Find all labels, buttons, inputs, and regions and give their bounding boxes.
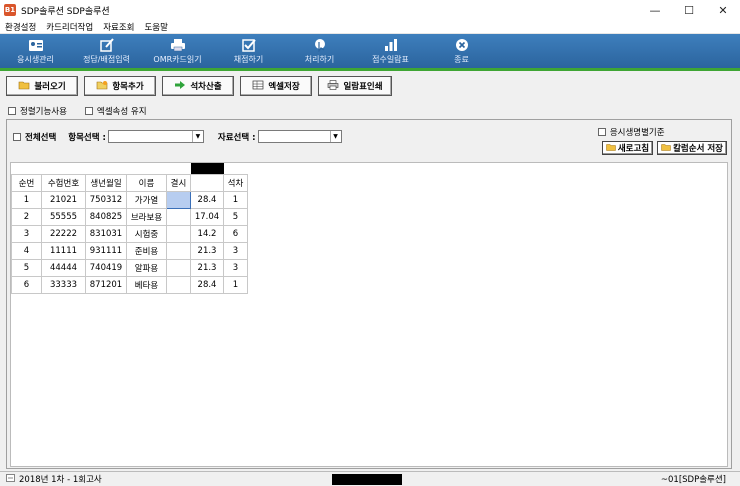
filter-row: 전체선택 항목선택 : ▼ 자료선택 : ▼	[13, 130, 342, 143]
results-panel: 전체선택 항목선택 : ▼ 자료선택 : ▼ 응시생명별기준 새로고침 칼럼순서…	[6, 119, 732, 469]
toolbar-grade[interactable]: 채점하기	[213, 34, 284, 68]
bar-chart-icon	[383, 38, 399, 53]
table-row[interactable]: 6 33333 871201 베타용 28.4 1	[11, 275, 248, 294]
menu-card-reader[interactable]: 카드리더작업	[41, 21, 98, 33]
app-icon: B1	[4, 4, 16, 16]
folder-icon	[661, 143, 671, 154]
toolbar-score-list[interactable]: 점수일람표	[355, 34, 426, 68]
excel-icon	[252, 80, 264, 93]
results-table: 순번 수험번호 생년월일 이름 결시 석차 1 21021 750312 가가열 28.…	[11, 163, 248, 294]
chevron-down-icon: ▼	[329, 131, 341, 142]
printer-icon	[170, 38, 186, 53]
select-all-checkbox[interactable]: 전체선택	[13, 131, 56, 143]
item-select-dropdown[interactable]: ▼	[107, 130, 204, 143]
folder-icon	[18, 80, 30, 93]
id-card-icon	[28, 38, 44, 53]
toolbar-process[interactable]: 처리하기	[284, 34, 355, 68]
table-row[interactable]: 1 21021 750312 가가열 28.4 1	[11, 190, 248, 209]
options-row: 정렬기능사용 엑셀속성 유지	[8, 105, 165, 117]
status-redacted-block	[332, 474, 402, 485]
folder-add-icon	[96, 80, 108, 93]
table-row[interactable]: 2 55555 840825 브라보용 17.04 5	[11, 207, 248, 226]
table-header: 순번 수험번호 생년월일 이름 결시 석차	[11, 173, 248, 192]
save-column-order-button[interactable]: 칼럼순서 저장	[657, 141, 727, 155]
close-button[interactable]: ✕	[706, 0, 740, 20]
edit-icon	[99, 38, 115, 53]
table-row[interactable]: 5 44444 740419 알파용 21.3 3	[11, 258, 248, 277]
col-header[interactable]: 생년월일	[85, 173, 127, 192]
refresh-button[interactable]: 새로고침	[601, 141, 654, 155]
main-toolbar: 응시생관리 정답/배점입력 OMR카드읽기 채점하기 처리하기 점수일람표 종료	[0, 34, 740, 68]
toolbar-accent-strip	[0, 68, 740, 71]
folder-icon	[606, 143, 616, 154]
data-grid: 순번 수험번호 생년월일 이름 결시 석차 1 21021 750312 가가열 28.…	[10, 162, 728, 467]
col-header[interactable]: 수험번호	[41, 173, 86, 192]
toolbar-exit[interactable]: 종료	[426, 34, 497, 68]
close-circle-icon	[454, 38, 470, 53]
birth-sort-checkbox[interactable]: 응시생명별기준	[597, 126, 665, 138]
status-icon	[6, 473, 15, 485]
menu-bar: 환경설정 카드리더작업 자료조회 도움말	[0, 20, 740, 34]
chevron-down-icon: ▼	[191, 131, 203, 142]
col-header[interactable]	[190, 173, 224, 192]
menu-data-query[interactable]: 자료조회	[98, 21, 139, 33]
compute-rank-button[interactable]: 석차산출	[162, 76, 234, 96]
data-select-dropdown[interactable]: ▼	[257, 130, 342, 143]
toolbar-student-manage[interactable]: 응시생관리	[0, 34, 71, 68]
table-row[interactable]: 3 22222 831031 시험중 14.2 6	[11, 224, 248, 243]
load-button[interactable]: 불러오기	[6, 76, 78, 96]
sort-feature-checkbox[interactable]: 정렬기능사용	[8, 105, 67, 117]
excel-keep-checkbox[interactable]: 엑셀속성 유지	[84, 105, 147, 117]
status-bar: 2018년 1차 - 1회고사 ~01[SDP솔루션]	[0, 471, 740, 486]
col-header[interactable]: 순번	[11, 173, 42, 192]
right-options: 응시생명별기준 새로고침 칼럼순서 저장	[597, 126, 727, 155]
title-bar: B1 SDP솔루션 SDP솔루션 — ☐ ✕	[0, 0, 740, 20]
col-header[interactable]: 석차	[223, 173, 248, 192]
checkbox-icon	[241, 38, 257, 53]
table-row[interactable]: 4 11111 931111 준비용 21.3 3	[11, 241, 248, 260]
item-select-label: 항목선택 :	[68, 132, 106, 143]
data-select-label: 자료선택 :	[217, 132, 256, 143]
print-list-button[interactable]: 일람표인쇄	[318, 76, 392, 96]
action-bar: 불러오기 항목추가 석차산출 엑셀저장 일람표인쇄	[0, 76, 392, 98]
menu-settings[interactable]: 환경설정	[0, 21, 41, 33]
excel-save-button[interactable]: 엑셀저장	[240, 76, 312, 96]
toolbar-answer-input[interactable]: 정답/배점입력	[71, 34, 142, 68]
selected-cell[interactable]	[166, 190, 191, 209]
arrow-right-icon	[174, 80, 186, 93]
add-item-button[interactable]: 항목추가	[84, 76, 156, 96]
printer-icon	[327, 79, 339, 93]
cursor-icon	[312, 38, 328, 53]
window-title: SDP솔루션 SDP솔루션	[21, 6, 110, 17]
status-user: ~01[SDP솔루션]	[660, 475, 726, 485]
status-exam: 2018년 1차 - 1회고사	[19, 475, 102, 485]
menu-help[interactable]: 도움말	[139, 21, 172, 33]
col-header[interactable]: 결시	[166, 173, 191, 192]
col-header[interactable]: 이름	[126, 173, 167, 192]
maximize-button[interactable]: ☐	[672, 0, 706, 20]
toolbar-omr-read[interactable]: OMR카드읽기	[142, 34, 213, 68]
minimize-button[interactable]: —	[638, 0, 672, 20]
